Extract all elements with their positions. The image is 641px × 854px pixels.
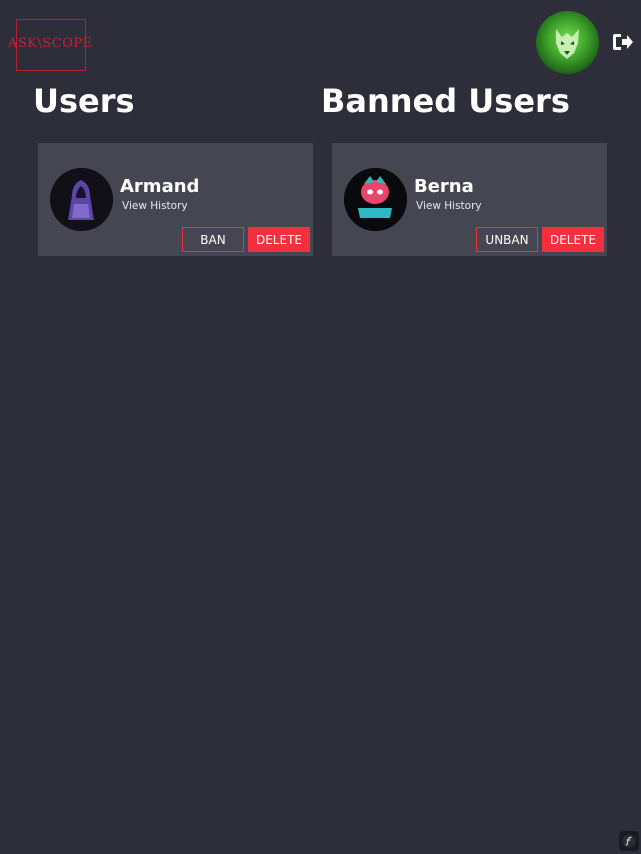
banned-users-heading: Banned Users [321,82,570,120]
view-history-link[interactable]: View History [122,200,188,212]
user-card: Armand View History BAN DELETE [38,143,313,256]
delete-button[interactable]: DELETE [542,227,604,252]
wolf-avatar-icon [556,29,579,59]
unban-button[interactable]: UNBAN [476,227,538,252]
view-history-link[interactable]: View History [416,200,482,212]
delete-button[interactable]: DELETE [248,227,310,252]
ban-button[interactable]: BAN [182,227,244,252]
banned-user-card: Berna View History UNBAN DELETE [332,143,607,256]
profile-avatar[interactable] [536,11,599,74]
user-name: Berna [414,176,474,197]
user-avatar [344,168,407,231]
app-page: ASK\SCOPE Users Banned Users Armand View… [0,0,641,854]
sign-out-icon[interactable] [612,33,634,51]
hooded-figure-icon [50,168,113,231]
toolbar-toggle-icon[interactable] [619,831,639,851]
users-heading: Users [33,82,135,120]
user-avatar [50,168,113,231]
logo-text-right: SCOPE [42,36,93,51]
brand-logo[interactable]: ASK\SCOPE [8,19,104,71]
logo-text: ASK\SCOPE [8,36,108,51]
user-name: Armand [120,176,200,197]
logo-text-left: ASK [8,36,38,51]
symfony-icon [622,834,636,848]
madness-mascot-icon [344,168,407,231]
